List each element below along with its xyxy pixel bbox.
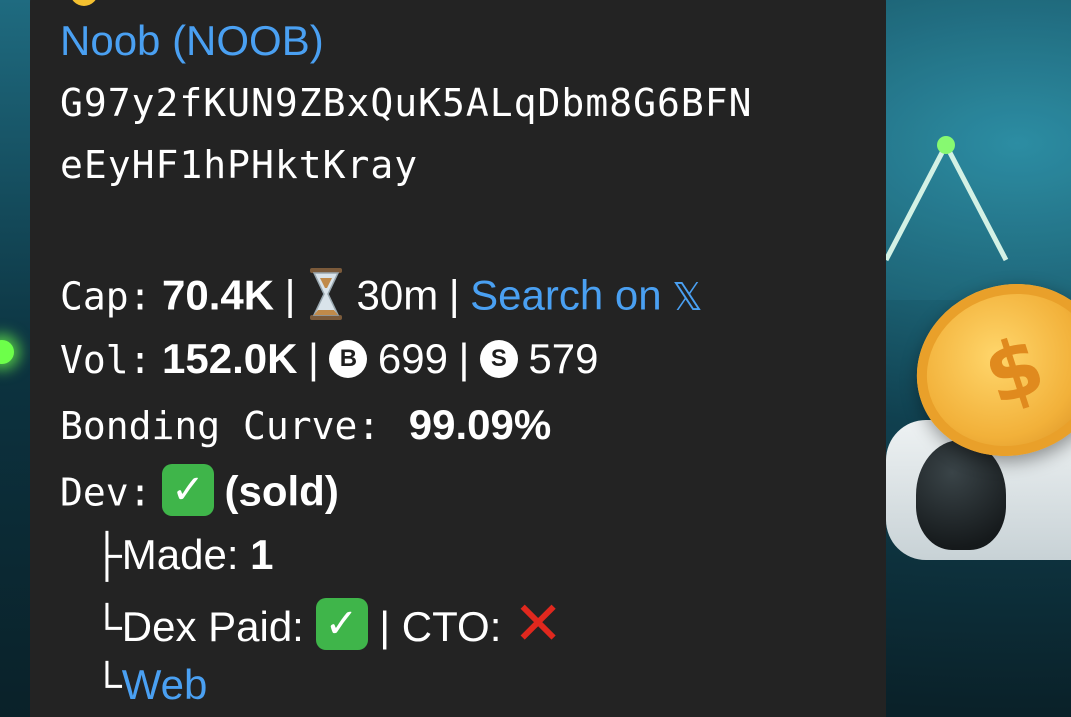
dex-paid-label: Dex Paid: (121, 603, 304, 651)
buy-count: 699 (377, 335, 448, 382)
glow-dot (0, 340, 14, 364)
vol-label: Vol: (60, 338, 152, 382)
search-on-x-link[interactable]: Search on (470, 272, 661, 319)
check-mark-icon: ✓ (162, 464, 215, 516)
age-value: 30m (356, 271, 439, 319)
separator: | (448, 271, 460, 319)
tree-branch: └ (92, 603, 122, 651)
dark-shape (916, 440, 1006, 550)
dev-status: (sold) (224, 467, 339, 515)
separator: | (284, 271, 296, 319)
separator: | (458, 335, 470, 382)
sell-badge-icon: S (479, 340, 518, 379)
check-mark-icon: ✓ (315, 598, 368, 650)
web-row: └Web (92, 664, 207, 706)
dex-row: └Dex Paid: ✓ | CTO: ✕ (92, 594, 563, 660)
made-label: Made: (121, 531, 239, 578)
bonding-label: Bonding Curve: (60, 404, 381, 448)
chart-line-icon (886, 0, 1071, 300)
dev-label: Dev: (60, 470, 152, 515)
web-link[interactable]: Web (122, 661, 208, 708)
made-value: 1 (250, 531, 274, 578)
tree-branch: └ (92, 661, 122, 708)
vol-value: 152.0K (162, 335, 298, 382)
hourglass-icon (310, 268, 343, 320)
token-name-link[interactable]: Noob (NOOB) (60, 20, 324, 62)
x-logo-icon[interactable]: 𝕏 (672, 278, 703, 316)
vol-row: Vol: 152.0K | B 699 | S 579 (60, 338, 598, 382)
separator: | (307, 335, 319, 382)
dev-row: Dev: ✓ (sold) (60, 464, 339, 522)
screen: $ Noob (NOOB) G97y2fKUN9ZBxQuK5ALqDbm8G6… (0, 0, 1071, 717)
tree-branch: ├ (92, 531, 122, 578)
cap-value: 70.4K (162, 271, 275, 319)
made-row: ├Made: 1 (92, 534, 274, 576)
background-illustration: $ (886, 0, 1071, 717)
buy-badge-icon: B (329, 340, 368, 379)
cross-mark-icon: ✕ (513, 589, 564, 659)
separator: | (379, 603, 391, 651)
contract-address-line2[interactable]: eEyHF1hPHktKray (60, 146, 418, 184)
cto-label: CTO: (401, 603, 502, 651)
bonding-row: Bonding Curve: 99.09% (60, 404, 551, 447)
cap-label: Cap: (60, 274, 152, 319)
sell-count: 579 (528, 335, 599, 382)
contract-address-line1[interactable]: G97y2fKUN9ZBxQuK5ALqDbm8G6BFN (60, 84, 752, 122)
cap-row: Cap: 70.4K | 30m | Search on 𝕏 (60, 268, 703, 328)
bonding-value: 99.09% (408, 401, 552, 448)
